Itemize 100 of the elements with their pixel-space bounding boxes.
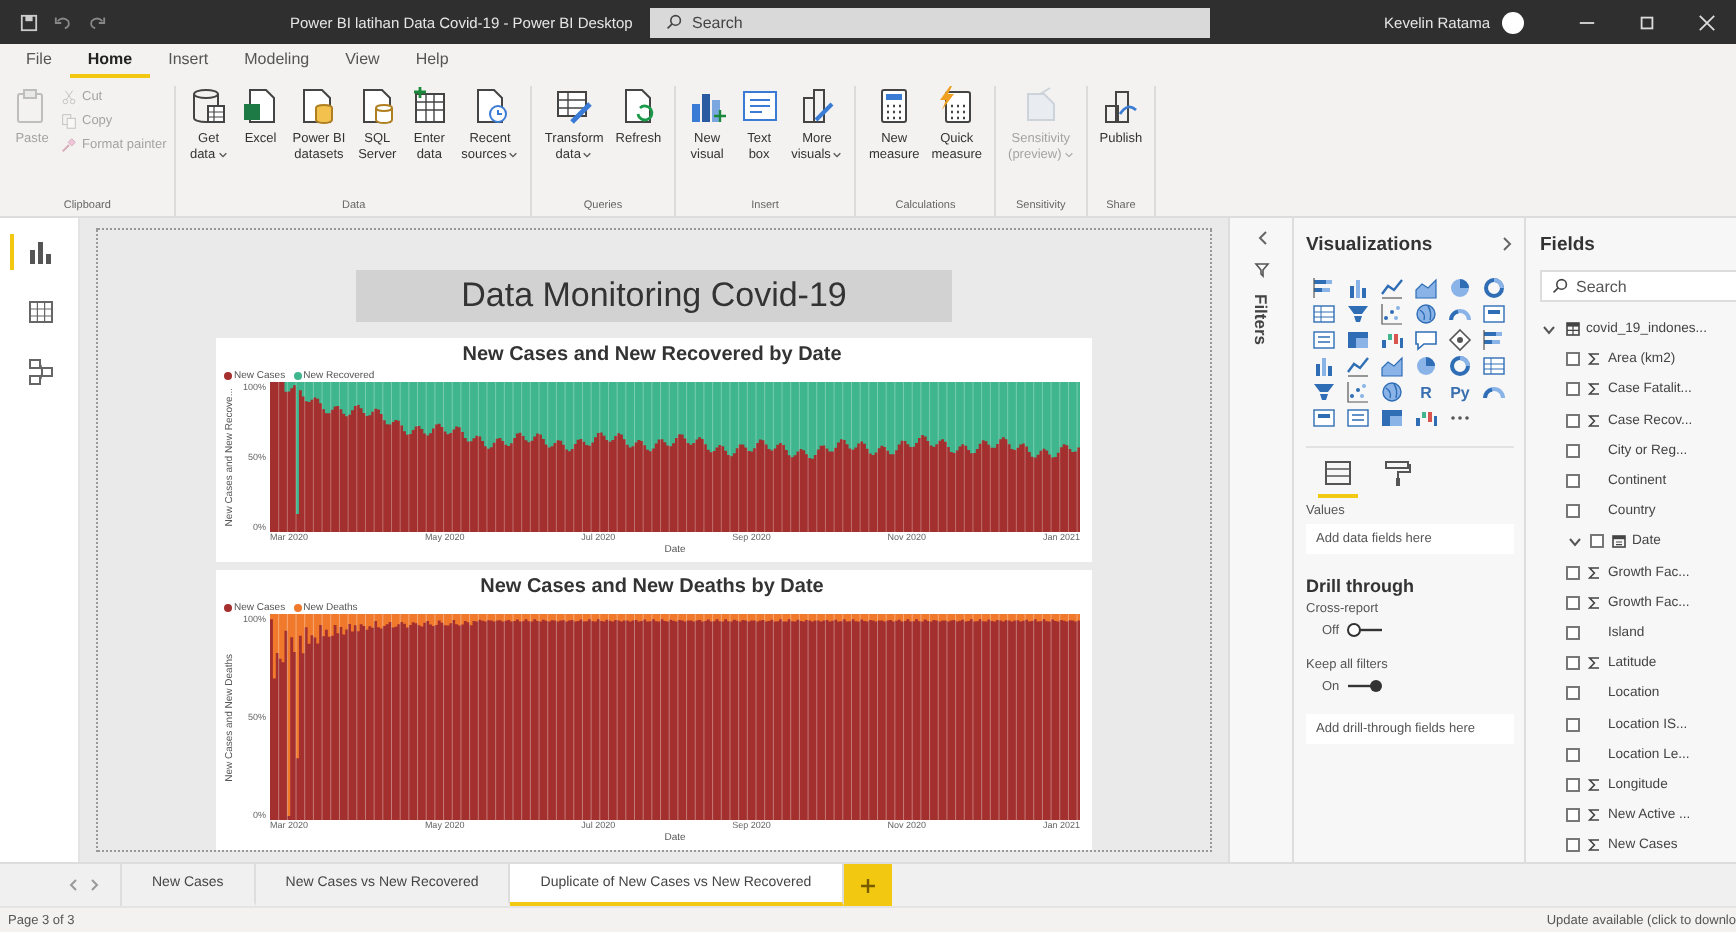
chevron-right-icon[interactable] xyxy=(1502,236,1514,252)
pie-chart-icon[interactable] xyxy=(1448,276,1472,300)
checkbox[interactable] xyxy=(1566,686,1580,701)
checkbox[interactable] xyxy=(1566,474,1580,489)
checkbox[interactable] xyxy=(1566,443,1580,458)
checkbox[interactable] xyxy=(1566,656,1580,671)
slicer-icon[interactable] xyxy=(1312,328,1336,352)
stacked-bar-icon[interactable] xyxy=(1312,276,1336,300)
toggle-switch[interactable] xyxy=(1345,622,1384,638)
matrix-icon[interactable] xyxy=(1380,406,1404,430)
chevron-icon[interactable] xyxy=(1568,535,1582,548)
search-icon xyxy=(666,14,682,30)
scatter-chart-icon[interactable] xyxy=(1380,302,1404,326)
chevron-right-icon[interactable] xyxy=(90,878,100,892)
card-icon[interactable] xyxy=(1482,302,1506,326)
waterfall-chart-icon[interactable] xyxy=(1414,406,1438,430)
checkbox[interactable] xyxy=(1566,565,1580,580)
comment-icon[interactable] xyxy=(1414,328,1438,352)
stacked-bar-icon[interactable] xyxy=(1482,328,1506,352)
search-field[interactable]: Search xyxy=(650,7,1210,37)
table-plus-icon xyxy=(409,86,450,126)
checkbox[interactable] xyxy=(1566,838,1580,853)
checkbox[interactable] xyxy=(1566,777,1580,792)
scissors-icon xyxy=(60,88,78,106)
chevron-left-icon[interactable] xyxy=(68,878,78,892)
checkbox[interactable] xyxy=(1566,595,1580,610)
add-page-button[interactable] xyxy=(843,864,892,906)
sigma-icon xyxy=(1588,413,1600,428)
restore-icon[interactable] xyxy=(1637,13,1655,31)
calendar-icon xyxy=(1611,534,1625,549)
scatter-chart-icon[interactable] xyxy=(1346,380,1370,404)
area-chart-icon[interactable] xyxy=(1414,276,1438,300)
donut-chart-icon[interactable] xyxy=(1482,276,1506,300)
column-chart-icon[interactable] xyxy=(1346,276,1370,300)
database-icon xyxy=(188,86,229,126)
checkbox[interactable] xyxy=(1566,352,1580,367)
pane-title: Visualizations xyxy=(1306,233,1433,255)
model-icon xyxy=(28,358,54,386)
table-icon[interactable] xyxy=(1482,354,1506,378)
toggle-switch[interactable] xyxy=(1345,678,1384,694)
funnel-chart-icon[interactable] xyxy=(1312,380,1336,404)
sigma-icon xyxy=(1588,656,1600,671)
area-chart-icon[interactable] xyxy=(1380,354,1404,378)
checkbox[interactable] xyxy=(1566,625,1580,640)
redo-icon[interactable] xyxy=(88,13,106,31)
checkbox[interactable] xyxy=(1566,504,1580,519)
column-chart-icon[interactable] xyxy=(1312,354,1336,378)
menu-tab[interactable]: Modeling xyxy=(226,50,328,78)
checkbox[interactable] xyxy=(1566,717,1580,732)
checkbox[interactable] xyxy=(1590,534,1604,549)
report-icon xyxy=(28,238,54,266)
menu-tab[interactable]: Help xyxy=(397,50,467,78)
checkbox[interactable] xyxy=(1566,808,1580,823)
checkbox[interactable] xyxy=(1566,413,1580,428)
undo-icon[interactable] xyxy=(54,13,72,31)
chevron-icon[interactable] xyxy=(1542,323,1556,336)
brush-icon xyxy=(60,136,78,154)
visual-type-button[interactable]: Py xyxy=(1446,380,1474,404)
menu-tab[interactable]: View xyxy=(327,50,398,78)
line-chart-icon[interactable] xyxy=(1380,276,1404,300)
table-pencil-icon xyxy=(554,86,595,126)
fields-icon xyxy=(1322,458,1354,488)
copy-icon xyxy=(60,112,78,130)
avatar-icon[interactable] xyxy=(1502,11,1524,33)
visual-type-button[interactable]: R xyxy=(1412,380,1440,404)
table-icon[interactable] xyxy=(1312,302,1336,326)
chart-pencil-icon xyxy=(797,86,837,126)
pie-chart-icon[interactable] xyxy=(1414,354,1438,378)
save-icon[interactable] xyxy=(20,13,38,31)
menu-tab[interactable]: Home xyxy=(69,50,151,78)
sigma-icon xyxy=(1588,777,1600,792)
close-icon[interactable] xyxy=(1697,13,1715,31)
slicer-icon[interactable] xyxy=(1346,406,1370,430)
checkbox[interactable] xyxy=(1566,747,1580,762)
publish-icon xyxy=(1100,86,1141,126)
filter-icon[interactable] xyxy=(1253,262,1269,278)
diamond-icon[interactable] xyxy=(1448,328,1472,352)
line-chart-icon[interactable] xyxy=(1346,354,1370,378)
table-icon xyxy=(28,298,54,326)
funnel-chart-icon[interactable] xyxy=(1346,302,1370,326)
chevron-left-icon[interactable] xyxy=(1255,230,1267,246)
menu-tab[interactable]: File xyxy=(8,50,70,78)
matrix-icon[interactable] xyxy=(1346,328,1370,352)
database-document-icon xyxy=(298,86,339,126)
menu-tab[interactable]: Insert xyxy=(150,50,227,78)
card-icon[interactable] xyxy=(1312,406,1336,430)
caret-icon xyxy=(217,149,228,160)
paint-roller-icon xyxy=(1382,458,1414,488)
pane-title: Fields xyxy=(1540,233,1595,255)
waterfall-chart-icon[interactable] xyxy=(1380,328,1404,352)
caret-icon xyxy=(508,149,519,160)
globe-icon[interactable] xyxy=(1380,380,1404,404)
globe-icon[interactable] xyxy=(1414,302,1438,326)
checkbox[interactable] xyxy=(1566,382,1580,397)
search-field[interactable]: Search xyxy=(1540,270,1736,302)
donut-chart-icon[interactable] xyxy=(1448,354,1472,378)
pane-tab[interactable] xyxy=(1318,456,1358,498)
database-document-icon xyxy=(357,86,398,126)
section-title: Drill through xyxy=(1306,576,1416,596)
search-icon xyxy=(1552,278,1568,294)
